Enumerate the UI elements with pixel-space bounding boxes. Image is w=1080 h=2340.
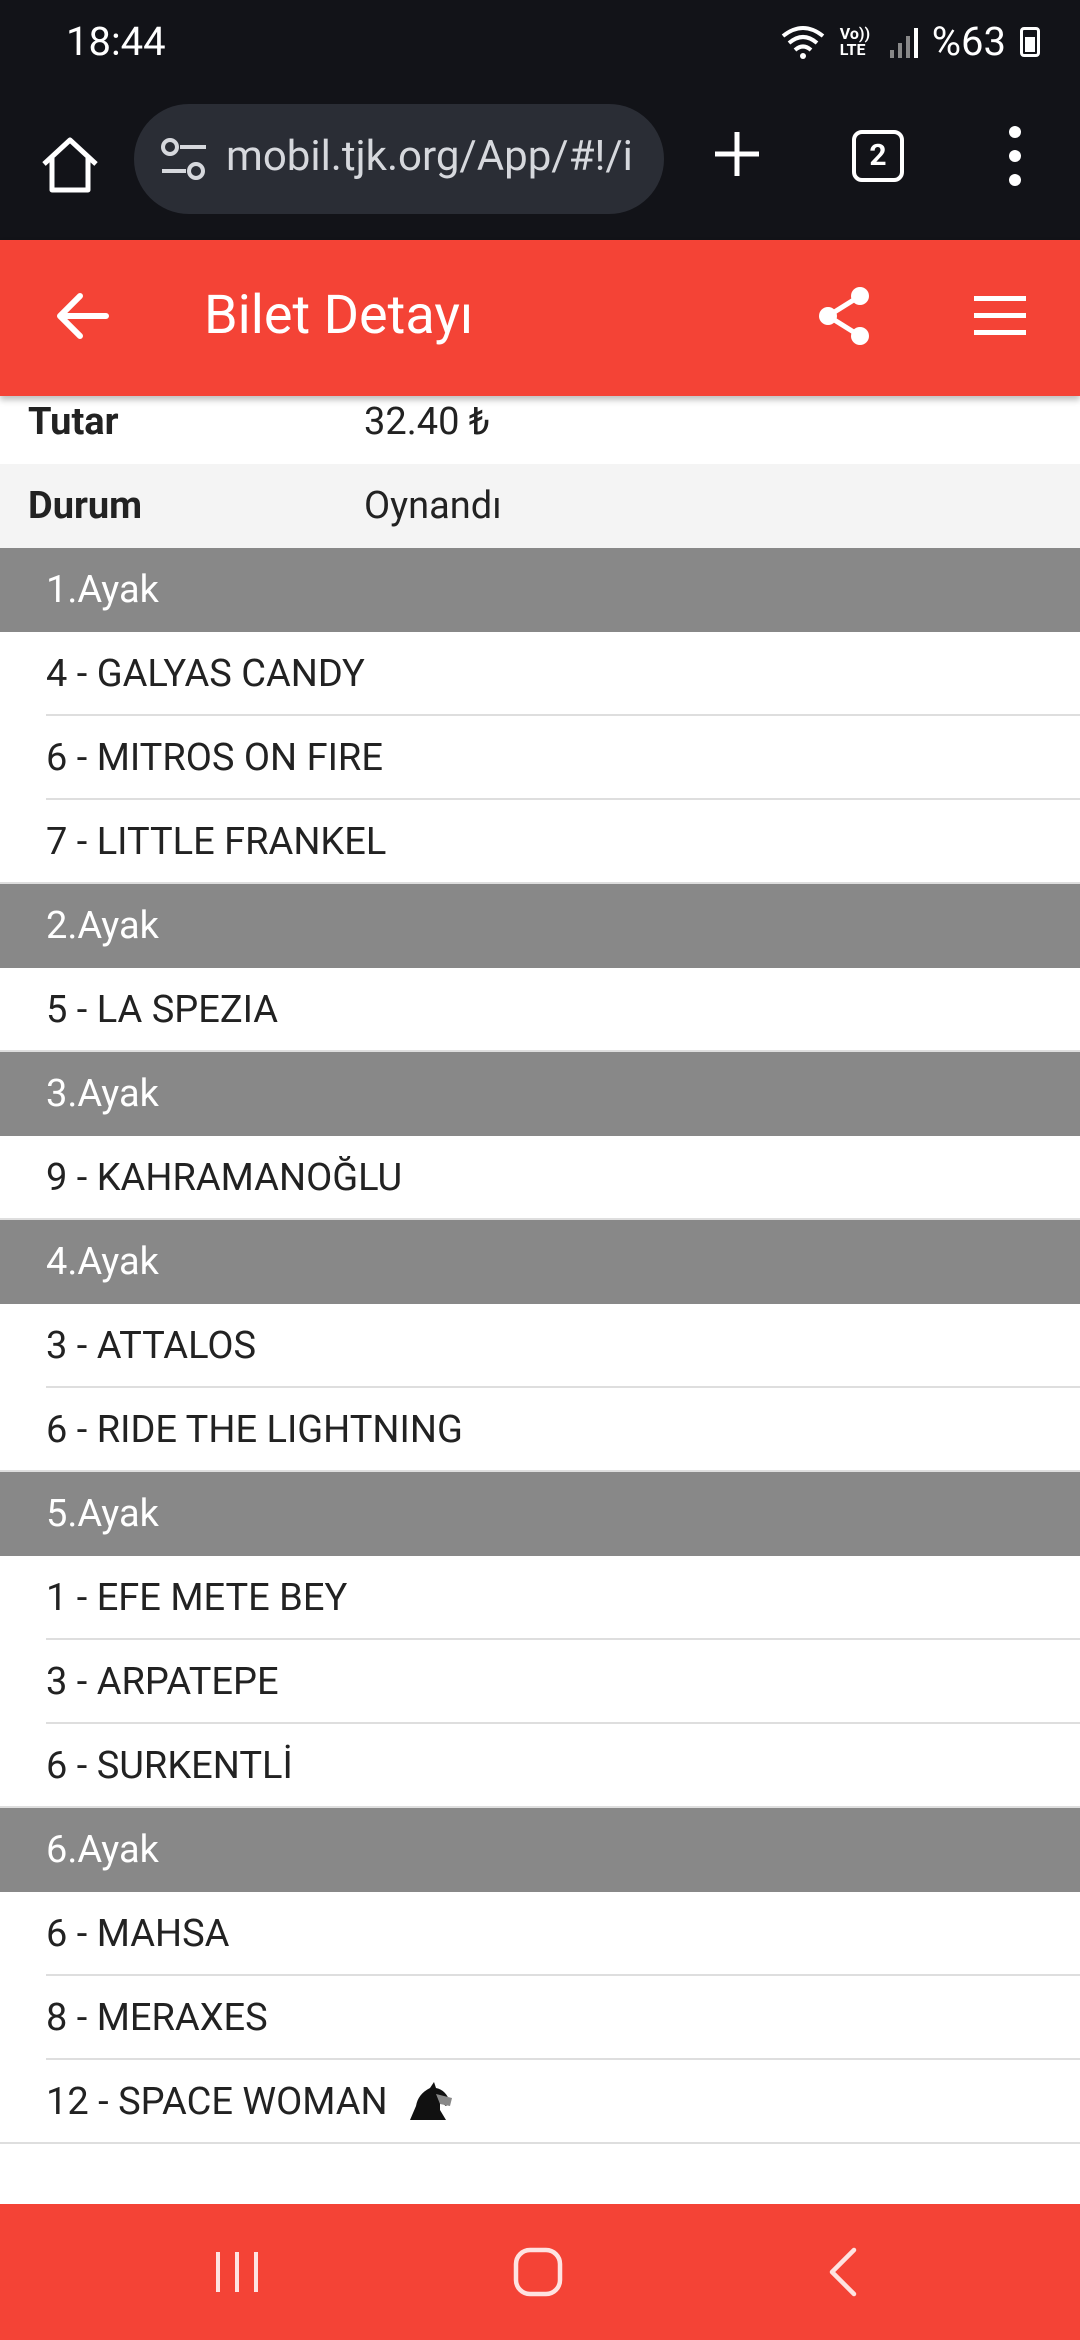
horse-name: 3 - ATTALOS (46, 1324, 257, 1368)
status-bar: 18:44 Vo)) LTE %63 (0, 0, 1080, 88)
horse-row: 4 - GALYAS CANDY (0, 632, 1080, 716)
horse-name: 5 - LA SPEZIA (46, 988, 279, 1032)
horse-row: 12 - SPACE WOMAN (0, 2060, 1080, 2144)
wifi-icon (781, 25, 824, 59)
battery-percent: %63 (931, 18, 1006, 65)
status-time: 18:44 (66, 18, 166, 65)
volte-indicator: Vo)) LTE (839, 23, 871, 59)
horse-name: 6 - MITROS ON FIRE (46, 736, 383, 780)
info-label: Tutar (28, 400, 119, 444)
leg-header: 2.Ayak (0, 884, 1080, 968)
horse-row: 6 - MITROS ON FIRE (0, 716, 1080, 800)
more-options-icon[interactable] (1000, 120, 1030, 192)
home-icon[interactable] (34, 128, 106, 200)
info-value: Oynandı (364, 484, 502, 528)
browser-toolbar: mobil.tjk.org/App/#!/i 2 (0, 88, 1080, 240)
horse-name: 4 - GALYAS CANDY (46, 652, 365, 696)
horse-name: 6 - MAHSA (46, 1912, 230, 1956)
ticket-detail-content: Tutar 32.40 ₺ Durum Oynandı 1.Ayak 4 - G… (0, 380, 1080, 2144)
battery-icon (1020, 26, 1040, 57)
horse-row: 5 - LA SPEZIA (0, 968, 1080, 1052)
horse-row: 6 - RIDE THE LIGHTNING (0, 1388, 1080, 1472)
app-header: Bilet Detayı (0, 240, 1080, 396)
share-icon[interactable] (812, 284, 876, 348)
horse-name: 6 - SURKENTLİ (46, 1744, 293, 1788)
url-text[interactable]: mobil.tjk.org/App/#!/i (226, 132, 646, 181)
info-label: Durum (28, 484, 143, 528)
leg-header: 6.Ayak (0, 1808, 1080, 1892)
recent-apps-icon[interactable] (210, 2248, 264, 2296)
horse-row: 1 - EFE METE BEY (0, 1556, 1080, 1640)
leg-header: 3.Ayak (0, 1052, 1080, 1136)
leg-header: 1.Ayak (0, 548, 1080, 632)
tab-switcher-button[interactable]: 2 (852, 130, 904, 182)
horse-row: 3 - ATTALOS (0, 1304, 1080, 1388)
horse-row: 6 - SURKENTLİ (0, 1724, 1080, 1808)
home-button-icon[interactable] (510, 2244, 566, 2300)
horse-row: 6 - MAHSA (0, 1892, 1080, 1976)
site-settings-icon[interactable] (158, 136, 210, 182)
horse-name: 6 - RIDE THE LIGHTNING (46, 1408, 463, 1452)
leg-header: 5.Ayak (0, 1472, 1080, 1556)
horse-name: 8 - MERAXES (46, 1996, 268, 2040)
horse-name: 7 - LITTLE FRANKEL (46, 820, 387, 864)
system-navigation-bar (0, 2204, 1080, 2340)
status-icons: Vo)) LTE %63 (780, 18, 1040, 65)
horse-name: 1 - EFE METE BEY (46, 1576, 348, 1620)
horse-knight-icon (409, 2082, 452, 2120)
horse-row: 8 - MERAXES (0, 1976, 1080, 2060)
horse-row: 9 - KAHRAMANOĞLU (0, 1136, 1080, 1220)
horse-row: 7 - LITTLE FRANKEL (0, 800, 1080, 884)
page-title: Bilet Detayı (204, 284, 474, 347)
info-value: 32.40 ₺ (364, 400, 491, 444)
info-row-status: Durum Oynandı (0, 464, 1080, 548)
horse-name: 3 - ARPATEPE (46, 1660, 279, 1704)
address-bar[interactable]: mobil.tjk.org/App/#!/i (134, 104, 664, 214)
new-tab-icon[interactable] (705, 122, 769, 186)
back-button-icon[interactable] (822, 2244, 862, 2300)
hamburger-menu-icon[interactable] (972, 290, 1028, 342)
signal-icon (889, 27, 918, 58)
horse-name: 9 - KAHRAMANOĞLU (46, 1156, 403, 1200)
horse-name: 12 - SPACE WOMAN (46, 2080, 388, 2124)
leg-header: 4.Ayak (0, 1220, 1080, 1304)
horse-row: 3 - ARPATEPE (0, 1640, 1080, 1724)
back-arrow-icon[interactable] (52, 286, 112, 346)
